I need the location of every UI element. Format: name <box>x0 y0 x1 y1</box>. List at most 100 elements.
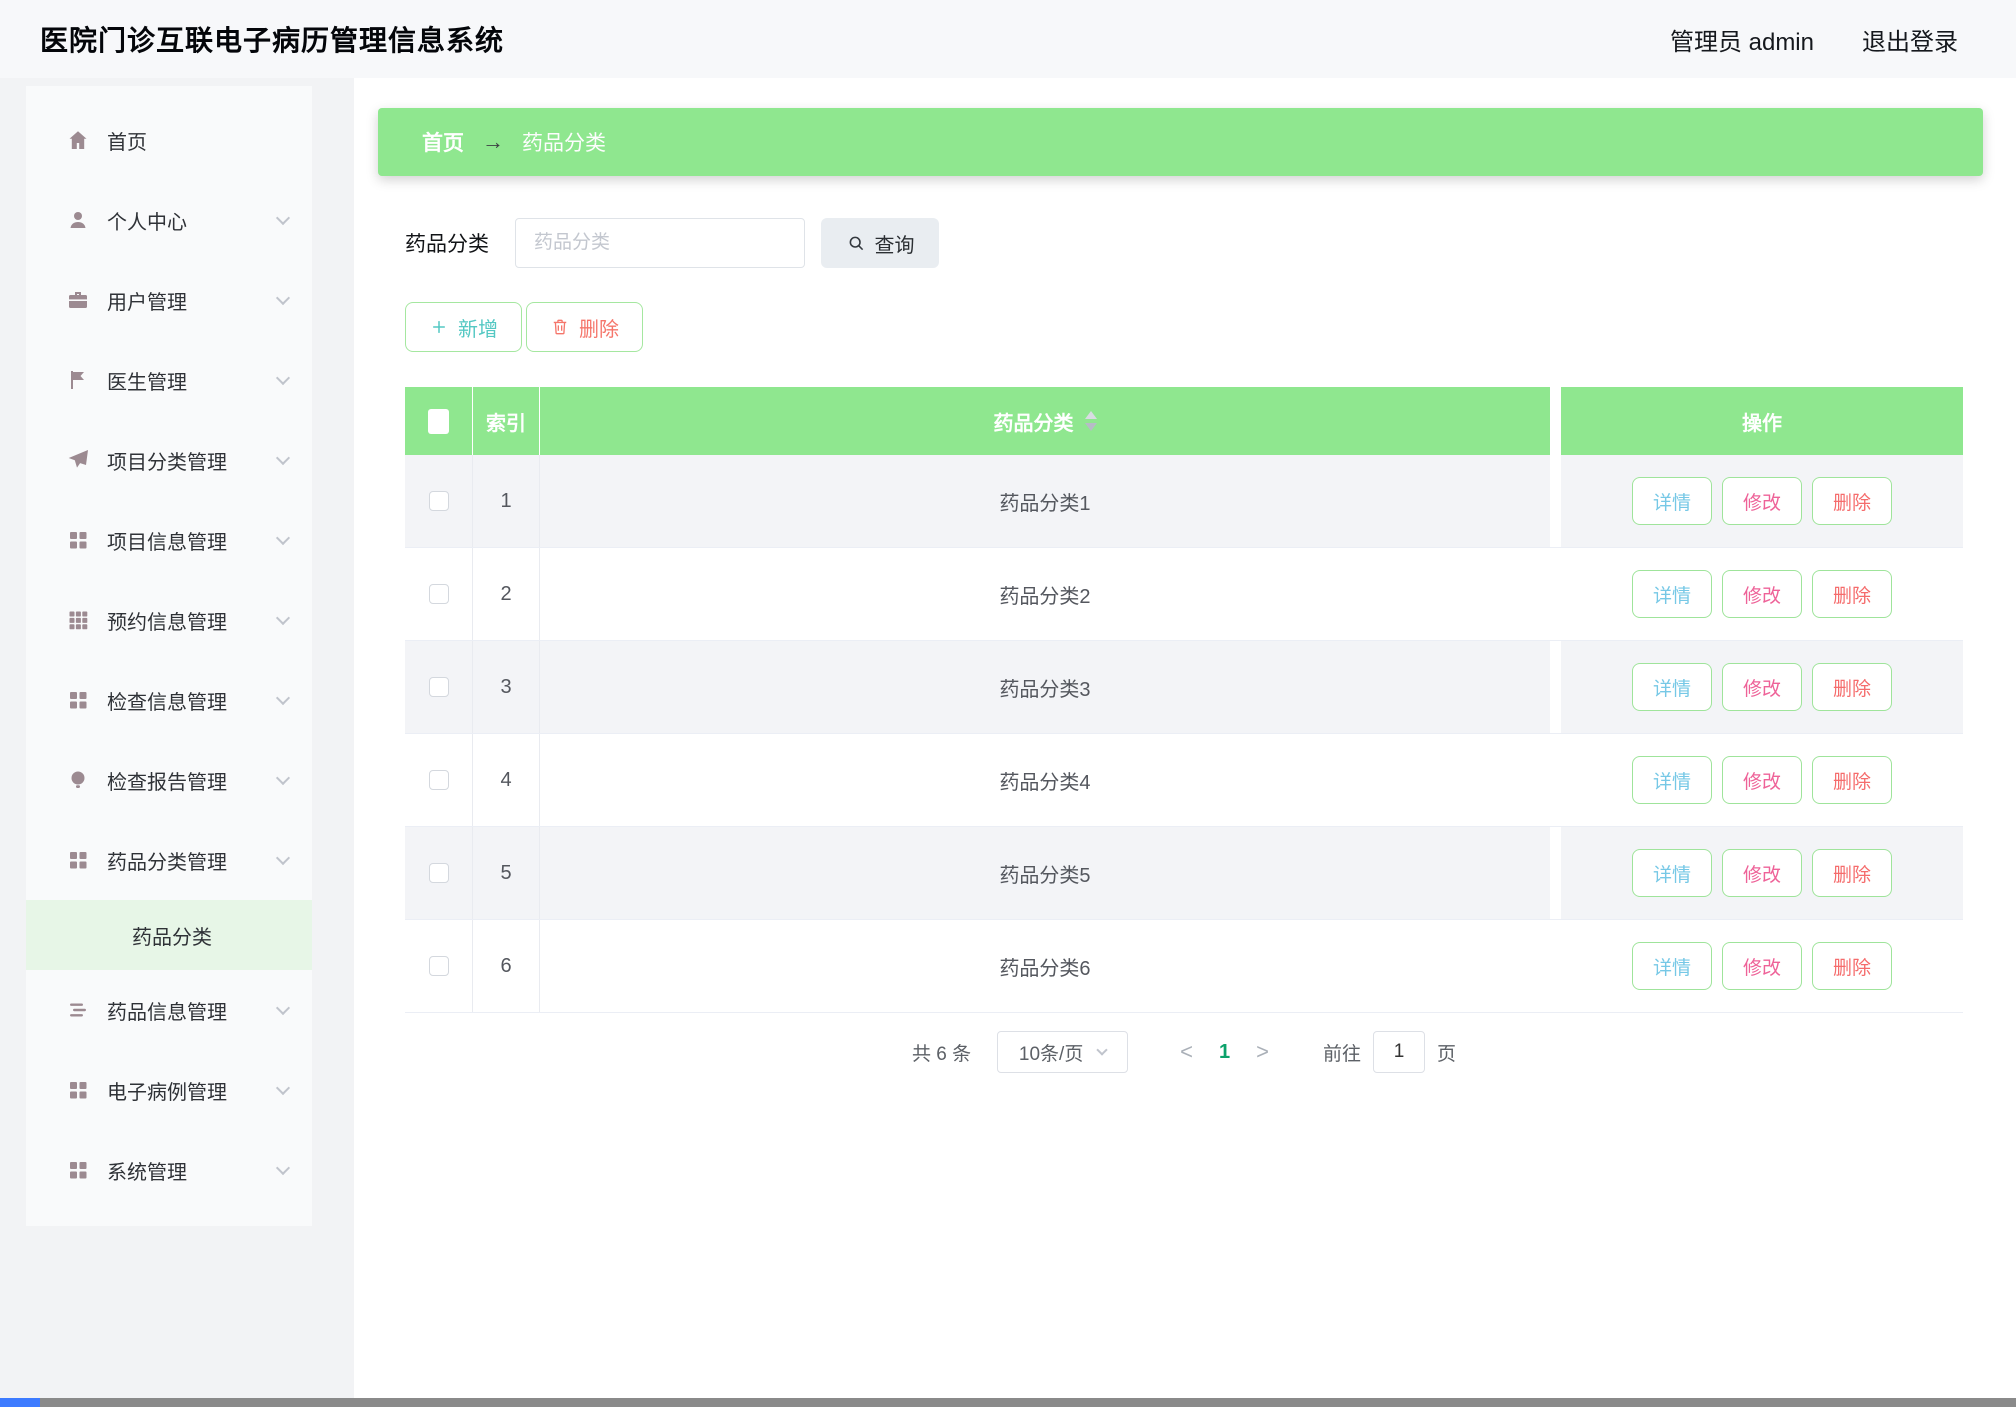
sidebar-item-user-management[interactable]: 用户管理 <box>26 260 312 340</box>
search-input[interactable] <box>515 218 805 268</box>
scrollbar-thumb[interactable] <box>0 1398 40 1407</box>
sidebar-item-personal-center[interactable]: 个人中心 <box>26 180 312 260</box>
query-button[interactable]: 查询 <box>821 218 939 268</box>
row-index: 2 <box>473 548 540 640</box>
breadcrumb: 首页 → 药品分类 <box>378 108 1983 176</box>
row-delete-button[interactable]: 删除 <box>1812 849 1892 897</box>
sidebar-item-doctor-management[interactable]: 医生管理 <box>26 340 312 420</box>
row-checkbox[interactable] <box>429 584 449 604</box>
sidebar-item-system-management[interactable]: 系统管理 <box>26 1130 312 1210</box>
sort-carets-icon[interactable] <box>1085 411 1097 431</box>
goto-page-input[interactable] <box>1373 1031 1425 1073</box>
chevron-down-icon <box>276 770 290 784</box>
sidebar-item-exam-info-management[interactable]: 检查信息管理 <box>26 660 312 740</box>
table-row: 6 药品分类6 详情 修改 删除 <box>405 920 1963 1013</box>
row-category: 药品分类4 <box>540 734 1550 826</box>
chevron-down-icon <box>276 1160 290 1174</box>
chevron-down-icon <box>276 850 290 864</box>
sidebar-item-label: 医生管理 <box>107 366 187 395</box>
sidebar-item-label: 电子病例管理 <box>107 1076 227 1105</box>
column-gap <box>1550 548 1561 640</box>
table-header-category: 药品分类 <box>540 387 1550 455</box>
table-header-actions: 操作 <box>1561 387 1963 455</box>
sidebar-item-label: 首页 <box>107 126 147 155</box>
row-index: 5 <box>473 827 540 919</box>
add-button[interactable]: 新增 <box>405 302 522 352</box>
table-row: 5 药品分类5 详情 修改 删除 <box>405 827 1963 920</box>
row-delete-button[interactable]: 删除 <box>1812 570 1892 618</box>
sidebar-item-emr-management[interactable]: 电子病例管理 <box>26 1050 312 1130</box>
chevron-down-icon <box>1097 1044 1108 1055</box>
row-delete-button[interactable]: 删除 <box>1812 477 1892 525</box>
top-header: 医院门诊互联电子病历管理信息系统 管理员 admin 退出登录 <box>0 0 2016 78</box>
sidebar-subitem-label: 药品分类 <box>132 921 212 950</box>
row-delete-button[interactable]: 删除 <box>1812 756 1892 804</box>
chevron-down-icon <box>276 210 290 224</box>
sort-asc-icon[interactable] <box>1085 411 1097 419</box>
edit-button[interactable]: 修改 <box>1722 477 1802 525</box>
add-button-label: 新增 <box>458 313 498 342</box>
edit-button[interactable]: 修改 <box>1722 942 1802 990</box>
edit-button[interactable]: 修改 <box>1722 849 1802 897</box>
logout-link[interactable]: 退出登录 <box>1862 22 1958 57</box>
sidebar-item-drug-category-management[interactable]: 药品分类管理 <box>26 820 312 900</box>
sort-desc-icon[interactable] <box>1085 423 1097 431</box>
row-checkbox[interactable] <box>429 863 449 883</box>
detail-button[interactable]: 详情 <box>1632 756 1712 804</box>
column-gap <box>1550 387 1561 455</box>
current-user[interactable]: 管理员 admin <box>1670 22 1814 57</box>
grid-icon <box>66 1078 90 1102</box>
detail-button[interactable]: 详情 <box>1632 570 1712 618</box>
grid-icon <box>66 1158 90 1182</box>
data-table: 索引 药品分类 操作 1 药品分类1 详情 修改 <box>405 387 1963 1013</box>
detail-button[interactable]: 详情 <box>1632 663 1712 711</box>
sidebar-item-label: 项目分类管理 <box>107 446 227 475</box>
trash-icon <box>550 317 570 337</box>
breadcrumb-home-link[interactable]: 首页 <box>422 127 464 157</box>
row-delete-button[interactable]: 删除 <box>1812 663 1892 711</box>
detail-button[interactable]: 详情 <box>1632 477 1712 525</box>
prev-page-button[interactable]: < <box>1180 1039 1193 1065</box>
sidebar-item-label: 个人中心 <box>107 206 187 235</box>
horizontal-scrollbar[interactable] <box>0 1398 2016 1407</box>
main-content: 首页 → 药品分类 药品分类 查询 新增 删除 <box>354 78 2016 1398</box>
sidebar-item-project-category-management[interactable]: 项目分类管理 <box>26 420 312 500</box>
goto-label: 前往 <box>1323 1039 1361 1066</box>
select-all-checkbox[interactable] <box>428 409 449 434</box>
lightbulb-icon <box>66 768 90 792</box>
chevron-down-icon <box>276 530 290 544</box>
sidebar-subitem-drug-category-active[interactable]: 药品分类 <box>26 900 312 970</box>
row-checkbox[interactable] <box>429 770 449 790</box>
edit-button[interactable]: 修改 <box>1722 663 1802 711</box>
breadcrumb-current: 药品分类 <box>522 127 606 157</box>
grid-icon <box>66 528 90 552</box>
table-row: 3 药品分类3 详情 修改 删除 <box>405 641 1963 734</box>
row-category: 药品分类6 <box>540 920 1550 1012</box>
edit-button[interactable]: 修改 <box>1722 756 1802 804</box>
sidebar-item-home[interactable]: 首页 <box>26 100 312 180</box>
sidebar-item-label: 用户管理 <box>107 286 187 315</box>
row-checkbox[interactable] <box>429 491 449 511</box>
sidebar: 首页 个人中心 用户管理 医生管理 项目分类管理 <box>0 78 354 1398</box>
current-page[interactable]: 1 <box>1219 1041 1230 1064</box>
briefcase-icon <box>66 288 90 312</box>
flag-icon <box>66 368 90 392</box>
detail-button[interactable]: 详情 <box>1632 849 1712 897</box>
sidebar-item-label: 项目信息管理 <box>107 526 227 555</box>
sidebar-item-project-info-management[interactable]: 项目信息管理 <box>26 500 312 580</box>
page-size-select[interactable]: 10条/页 <box>997 1031 1128 1073</box>
home-icon <box>66 128 90 152</box>
chevron-down-icon <box>276 450 290 464</box>
row-checkbox[interactable] <box>429 956 449 976</box>
next-page-button[interactable]: > <box>1256 1039 1269 1065</box>
sidebar-item-appointment-info-management[interactable]: 预约信息管理 <box>26 580 312 660</box>
sidebar-item-drug-info-management[interactable]: 药品信息管理 <box>26 970 312 1050</box>
edit-button[interactable]: 修改 <box>1722 570 1802 618</box>
column-gap <box>1550 455 1561 547</box>
sidebar-item-exam-report-management[interactable]: 检查报告管理 <box>26 740 312 820</box>
detail-button[interactable]: 详情 <box>1632 942 1712 990</box>
row-delete-button[interactable]: 删除 <box>1812 942 1892 990</box>
row-checkbox[interactable] <box>429 677 449 697</box>
delete-button[interactable]: 删除 <box>526 302 643 352</box>
plus-icon <box>429 317 449 337</box>
